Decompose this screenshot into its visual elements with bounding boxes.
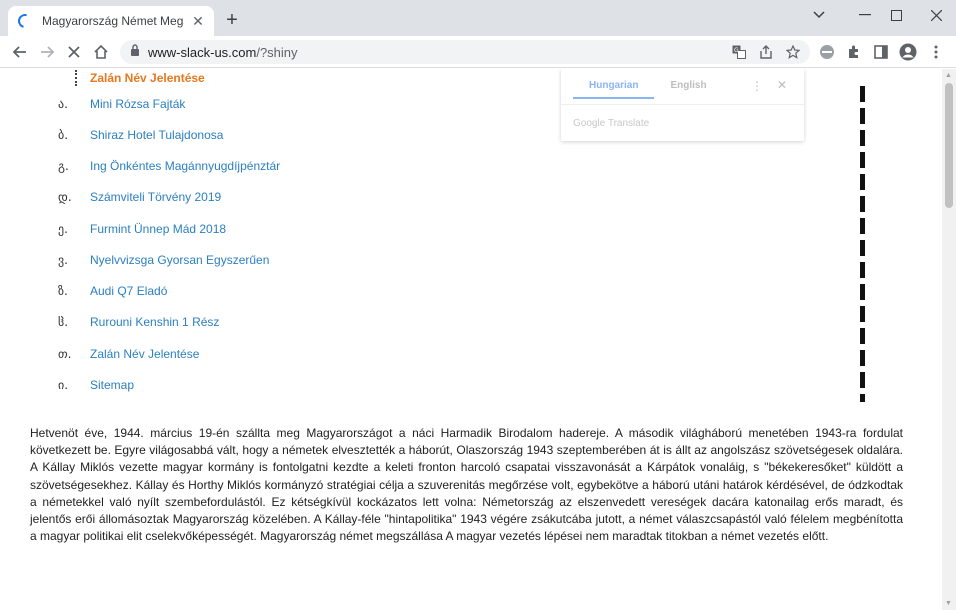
list-link[interactable]: Nyelvvizsga Gyorsan Egyszerűen (90, 253, 269, 267)
list-marker: დ. (58, 190, 72, 204)
list-item: ვ. Nyelvvizsga Gyorsan Egyszerűen (58, 251, 269, 269)
lock-icon[interactable] (130, 43, 140, 61)
browser-tab[interactable]: Magyarország Német Megszállás ✕ (8, 6, 214, 36)
list-link[interactable]: Sitemap (90, 378, 134, 392)
share-icon[interactable] (757, 44, 775, 60)
list-marker: ზ. (58, 284, 68, 298)
minimize-button[interactable] (850, 4, 880, 26)
translate-close-icon[interactable]: ✕ (777, 78, 787, 92)
tab-search-chevron-icon[interactable] (804, 4, 834, 26)
list-item: თ. Zalán Név Jelentése (58, 345, 199, 363)
current-item-heading: Zalán Név Jelentése (90, 71, 205, 85)
translate-divider (561, 104, 804, 105)
tab-source-language[interactable]: Hungarian (573, 77, 655, 99)
list-item: დ. Számviteli Törvény 2019 (58, 188, 221, 206)
list-link[interactable]: Mini Rózsa Fajták (90, 97, 185, 111)
list-item: ჱ. Rurouni Kenshin 1 Rész (58, 313, 219, 331)
home-icon[interactable] (89, 40, 113, 64)
list-marker: თ. (58, 347, 72, 361)
maximize-button[interactable] (881, 4, 911, 26)
list-item: გ. Ing Önkéntes Magánnyugdíjpénztár (58, 157, 280, 175)
list-marker: გ. (58, 159, 69, 173)
list-item: ზ. Audi Q7 Eladó (58, 282, 167, 300)
tab-close-icon[interactable]: ✕ (190, 13, 206, 29)
url-text[interactable]: www-slack-us.com/?shiny (148, 45, 298, 60)
scroll-up-icon[interactable]: ▲ (945, 72, 952, 79)
list-marker: ჱ. (58, 315, 69, 329)
list-marker: ვ. (58, 253, 68, 267)
browser-window: Magyarország Német Megszállás ✕ + (0, 0, 956, 610)
list-item: ა. Mini Rózsa Fajták (58, 95, 185, 113)
scroll-down-icon[interactable]: ▼ (945, 600, 952, 607)
translate-more-icon[interactable]: ⋮ (751, 79, 763, 93)
translate-page-icon[interactable]: G (730, 44, 748, 60)
tab-strip: Magyarország Német Megszállás ✕ + (0, 0, 956, 36)
list-link[interactable]: Számviteli Törvény 2019 (90, 190, 221, 204)
list-item: ე. Furmint Ünnep Mád 2018 (58, 220, 226, 238)
stop-loading-icon[interactable] (62, 40, 86, 64)
list-link[interactable]: Rurouni Kenshin 1 Rész (90, 315, 219, 329)
extensions-puzzle-icon[interactable] (845, 43, 863, 61)
loading-spinner-icon (15, 11, 35, 31)
url-host: www-slack-us.com (148, 44, 257, 60)
svg-text:G: G (734, 47, 739, 54)
list-link[interactable]: Shiraz Hotel Tulajdonosa (90, 128, 223, 142)
list-item: ბ. Shiraz Hotel Tulajdonosa (58, 126, 223, 144)
translate-language-tabs: Hungarian English (573, 77, 723, 99)
translate-brand: Google Translate (573, 118, 650, 129)
extension-circle-icon[interactable] (818, 43, 836, 61)
list-marker: ე. (58, 222, 68, 236)
forward-arrow-icon[interactable] (35, 40, 59, 64)
page-scrollbar[interactable]: ▲ ▼ (942, 69, 956, 610)
url-path: /?shiny (256, 44, 298, 60)
menu-kebab-icon[interactable] (927, 43, 945, 61)
list-link[interactable]: Ing Önkéntes Magánnyugdíjpénztár (90, 159, 280, 173)
tab-title: Magyarország Német Megszállás (42, 14, 184, 28)
list-link[interactable]: Audi Q7 Eladó (90, 284, 167, 298)
bookmark-star-icon[interactable] (784, 44, 802, 60)
article-body: Hetvenöt éve, 1944. március 19-én szállt… (30, 426, 903, 544)
close-window-button[interactable] (921, 4, 951, 26)
list-link[interactable]: Zalán Név Jelentése (90, 347, 199, 361)
list-marker: ა. (58, 97, 68, 111)
list-link[interactable]: Furmint Ünnep Mád 2018 (90, 222, 226, 236)
new-tab-button[interactable]: + (222, 10, 242, 30)
page-content: Zalán Név Jelentése ა. Mini Rózsa Fajták … (0, 69, 942, 610)
back-arrow-icon[interactable] (8, 40, 32, 64)
list-marker: ბ. (58, 128, 69, 142)
list-item: ი. Sitemap (58, 376, 134, 394)
dotted-marker (75, 70, 77, 86)
translate-popup: Hungarian English ⋮ ✕ Google Translate (561, 69, 804, 141)
browser-toolbar: www-slack-us.com/?shiny G (0, 36, 956, 68)
side-panel-icon[interactable] (872, 43, 890, 61)
list-marker: ი. (58, 378, 69, 392)
dashed-divider (860, 86, 865, 402)
profile-avatar-icon[interactable] (899, 43, 917, 61)
address-bar[interactable]: www-slack-us.com/?shiny G (120, 40, 810, 64)
scroll-thumb[interactable] (945, 83, 953, 208)
tab-target-language[interactable]: English (654, 77, 722, 99)
